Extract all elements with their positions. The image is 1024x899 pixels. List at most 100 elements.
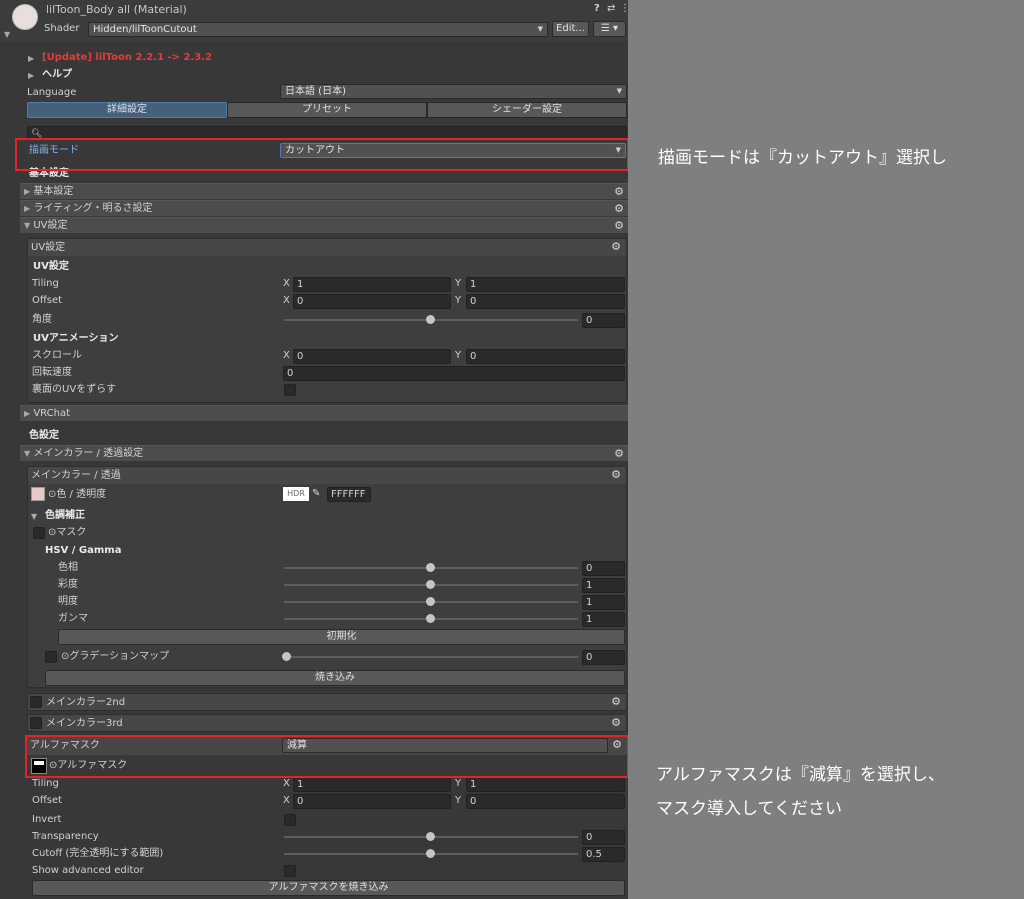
gradation-texture-slot[interactable]: [45, 651, 57, 663]
uv-offset-label: Offset: [32, 295, 63, 306]
bake-button[interactable]: 焼き込み: [45, 670, 625, 686]
list-menu-button[interactable]: ☰ ▾: [593, 21, 626, 37]
value-input[interactable]: 1: [582, 595, 625, 610]
help-fold-icon[interactable]: ▶: [28, 69, 34, 83]
fold-uv-settings[interactable]: ▼ UV設定 ⚙: [20, 217, 628, 233]
preset-icon[interactable]: ⇄: [607, 2, 615, 16]
annotation-alpha-mask-1: アルファマスクは『減算』を選択し、: [656, 765, 945, 785]
gear-icon[interactable]: ⚙: [611, 468, 621, 482]
main-color-3rd-row: メインカラー3rd ⚙: [27, 714, 627, 732]
shader-dropdown[interactable]: Hidden/lilToonCutout ▼: [88, 22, 548, 37]
uv-angle-input[interactable]: 0: [582, 313, 625, 328]
help-fold[interactable]: ヘルプ: [42, 68, 72, 82]
gear-icon[interactable]: ⚙: [611, 695, 621, 709]
uv-tiling-x-input[interactable]: 1: [293, 277, 451, 292]
gear-icon[interactable]: ⚙: [614, 447, 624, 461]
y-label: Y: [455, 795, 462, 806]
slider-knob[interactable]: [426, 315, 435, 324]
gear-icon[interactable]: ⚙: [614, 185, 624, 199]
main-color-2nd-row: メインカラー2nd ⚙: [27, 693, 627, 711]
gear-icon[interactable]: ⚙: [611, 716, 621, 730]
am-offset-y-input[interactable]: 0: [466, 794, 625, 809]
gear-icon[interactable]: ⚙: [611, 240, 621, 254]
hue-label: 色相: [58, 562, 78, 573]
tab-presets[interactable]: プリセット: [227, 102, 427, 118]
main-color-2nd-checkbox[interactable]: [30, 696, 42, 708]
uv-scroll-x-input[interactable]: 0: [293, 349, 451, 364]
fold-vrchat[interactable]: ▶ VRChat: [20, 405, 628, 421]
invert-checkbox[interactable]: [284, 814, 296, 826]
main-color-title: メインカラー / 透過: [31, 470, 121, 481]
hue-input[interactable]: 0: [582, 561, 625, 576]
am-tiling-label: Tiling: [32, 778, 59, 789]
chevron-down-icon: ▼: [24, 221, 31, 230]
gamma-input[interactable]: 1: [582, 612, 625, 627]
uv-box-title: UV設定: [31, 242, 66, 253]
reset-button[interactable]: 初期化: [58, 629, 625, 645]
chevron-down-icon[interactable]: ▼: [31, 510, 37, 524]
transparency-input[interactable]: 0: [582, 830, 625, 845]
uv-backface-checkbox[interactable]: [284, 384, 296, 396]
gamma-label: ガンマ: [58, 613, 88, 624]
am-offset-label: Offset: [32, 795, 63, 806]
slider-knob[interactable]: [282, 652, 291, 661]
color-swatch[interactable]: HDR: [283, 487, 309, 501]
tab-advanced-settings[interactable]: 詳細設定: [27, 102, 227, 118]
mask-texture-slot[interactable]: [33, 527, 45, 539]
language-dropdown[interactable]: 日本語 (日本) ▼: [280, 84, 627, 99]
slider-knob[interactable]: [426, 580, 435, 589]
cutoff-input[interactable]: 0.5: [582, 847, 625, 862]
eyedropper-icon[interactable]: ✎: [312, 487, 320, 501]
fold-lighting-settings[interactable]: ▶ ライティング・明るさ設定 ⚙: [20, 200, 628, 216]
inspector-panel: lilToon_Body all (Material) Shader Hidde…: [0, 0, 628, 899]
chevron-right-icon: ▶: [24, 204, 31, 213]
slider-knob[interactable]: [426, 597, 435, 606]
uv-tiling-y-input[interactable]: 1: [466, 277, 625, 292]
chevron-down-icon: ▼: [616, 87, 622, 95]
bake-alpha-mask-button[interactable]: アルファマスクを焼き込み: [32, 880, 625, 896]
chevron-right-icon: ▶: [24, 187, 31, 196]
fold-main-color[interactable]: ▼ メインカラー / 透過設定 ⚙: [20, 445, 628, 461]
gear-icon[interactable]: ⚙: [614, 202, 624, 216]
main-texture-thumbnail[interactable]: [31, 487, 45, 501]
collapse-arrow-icon[interactable]: ▼: [4, 28, 10, 42]
main-color-3rd-checkbox[interactable]: [30, 717, 42, 729]
main-color-header: メインカラー / 透過 ⚙: [28, 467, 626, 484]
slider-knob[interactable]: [426, 563, 435, 572]
saturation-input[interactable]: 1: [582, 578, 625, 593]
slider-knob[interactable]: [426, 614, 435, 623]
gear-icon[interactable]: ⚙: [614, 219, 624, 233]
uv-offset-x-input[interactable]: 0: [293, 294, 451, 309]
edit-shader-button[interactable]: Edit...: [552, 21, 589, 37]
color-section-title: 色設定: [29, 430, 59, 441]
update-fold-icon[interactable]: ▶: [28, 52, 34, 66]
tone-correction-title: 色調補正: [45, 510, 85, 521]
uv-offset-y-input[interactable]: 0: [466, 294, 625, 309]
uv-box-header: UV設定 ⚙: [28, 239, 626, 256]
shader-label: Shader: [44, 23, 80, 34]
advanced-editor-checkbox[interactable]: [284, 865, 296, 877]
hex-color-input[interactable]: FFFFFF: [327, 487, 371, 502]
am-tiling-x-input[interactable]: 1: [293, 777, 451, 792]
slider-knob[interactable]: [426, 832, 435, 841]
uv-backface-label: 裏面のUVをずらす: [32, 384, 116, 395]
fold-label: ライティング・明るさ設定: [33, 203, 153, 214]
fold-base-settings[interactable]: ▶ 基本設定 ⚙: [20, 183, 628, 199]
uv-scroll-label: スクロール: [32, 350, 82, 361]
slider-knob[interactable]: [426, 849, 435, 858]
uv-anim-title: UVアニメーション: [33, 333, 119, 344]
help-icon[interactable]: ?: [594, 2, 600, 16]
y-label: Y: [455, 350, 462, 361]
main-color-3rd-label: メインカラー3rd: [46, 718, 123, 729]
gradation-input[interactable]: 0: [582, 650, 625, 665]
uv-rotate-input[interactable]: 0: [283, 366, 625, 381]
am-tiling-y-input[interactable]: 1: [466, 777, 625, 792]
x-label: X: [283, 350, 290, 361]
gradation-slider[interactable]: [284, 656, 578, 658]
tab-shader-settings[interactable]: シェーダー設定: [427, 102, 627, 118]
update-notice[interactable]: [Update] lilToon 2.2.1 -> 2.3.2: [42, 51, 212, 65]
material-header: lilToon_Body all (Material) Shader Hidde…: [0, 0, 628, 42]
am-offset-x-input[interactable]: 0: [293, 794, 451, 809]
uv-scroll-y-input[interactable]: 0: [466, 349, 625, 364]
kebab-menu-icon[interactable]: ⋮: [620, 2, 628, 16]
